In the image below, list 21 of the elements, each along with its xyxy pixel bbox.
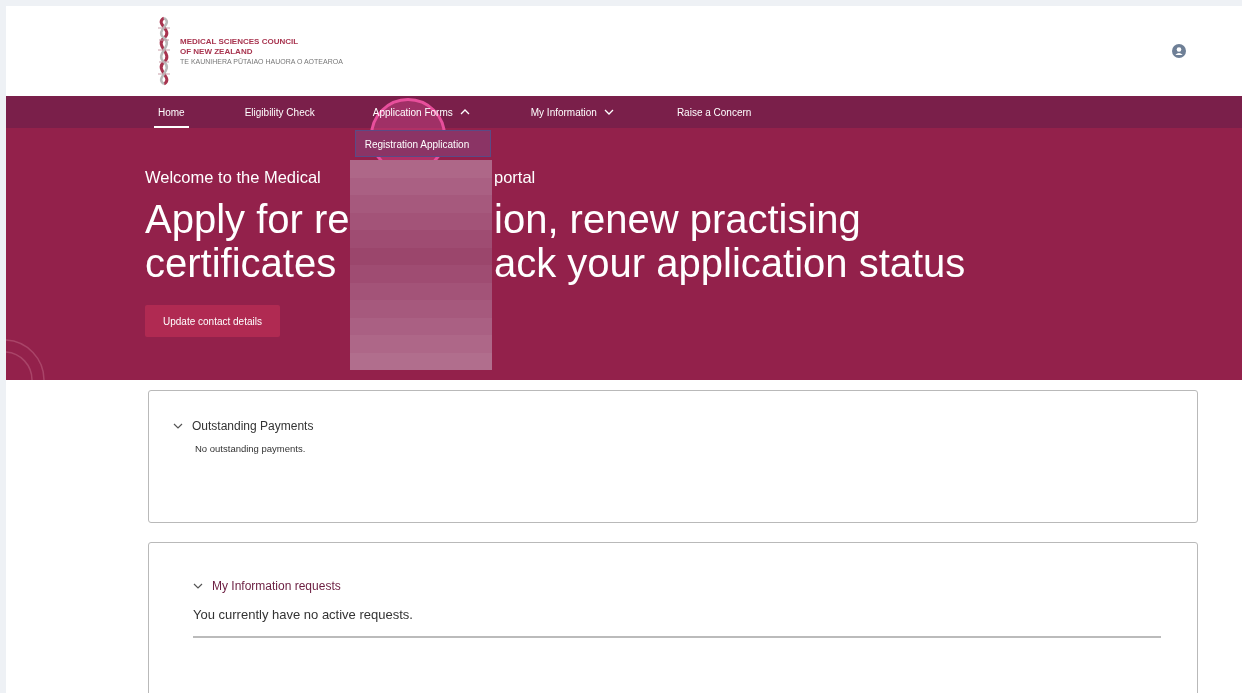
update-contact-button[interactable]: Update contact details — [145, 305, 280, 337]
hero-heading: ion, renew practising — [494, 197, 862, 241]
welcome-text: Welcome to the Medical — [145, 168, 322, 187]
user-avatar-icon[interactable] — [1172, 44, 1186, 58]
nav-tab[interactable]: Eligibility Check — [240, 96, 319, 128]
empty-message: You currently have no active requests. — [193, 607, 414, 622]
hero-heading: certificates — [145, 241, 338, 285]
nav-tab[interactable]: Application Forms — [368, 96, 474, 128]
empty-message: No outstanding payments. — [195, 443, 307, 454]
welcome-text: portal — [494, 168, 537, 187]
section-title[interactable]: Outstanding Payments — [192, 419, 314, 433]
chevron-icon[interactable] — [193, 581, 203, 591]
hero-heading: Apply for re — [145, 197, 351, 241]
menu-item[interactable]: Registration Application — [354, 130, 491, 157]
chevron-icon[interactable] — [173, 421, 183, 431]
hero-heading: ack your application status — [494, 241, 967, 285]
nav-tab[interactable]: My Information — [526, 96, 618, 128]
nav-tab[interactable]: Raise a Concern — [672, 96, 756, 128]
logo-title: OF NEW ZEALAND — [180, 46, 254, 57]
logo-title: MEDICAL SCIENCES COUNCIL — [180, 36, 300, 47]
section-title[interactable]: My Information requests — [212, 579, 341, 593]
